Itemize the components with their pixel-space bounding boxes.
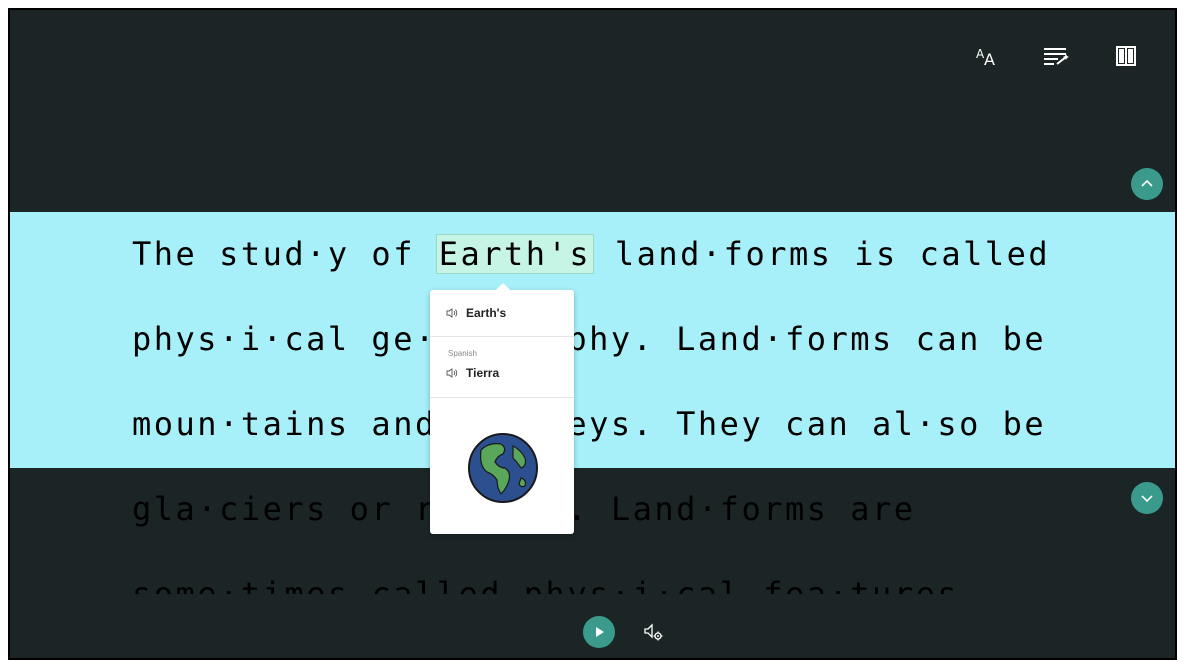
translation-word: Tierra [466,366,500,380]
translation-pronounce-button[interactable]: Tierra [446,366,499,380]
reading-text: The stud·y of Earth's land·forms is call… [132,212,1050,594]
svg-text:A: A [984,50,995,67]
speaker-icon [446,368,458,378]
divider [430,336,574,337]
text-line: gla·ciers or riv·ers. Land·forms are [132,490,916,528]
text-line: moun·tains and val·leys. They can al·so … [132,405,1047,443]
text-preferences-button[interactable]: A A [970,38,1006,74]
play-button[interactable] [583,616,615,648]
popup-arrow [496,283,510,290]
play-icon [596,627,604,637]
scroll-down-button[interactable] [1131,482,1163,514]
translation-language: Spanish [448,349,477,358]
picture-dictionary-popup: Earth's Spanish Tierra [430,283,574,534]
text-size-icon: A A [976,47,995,67]
playback-bar [10,594,1175,658]
scroll-up-button[interactable] [1131,168,1163,200]
word-pronounce-button[interactable]: Earth's [446,306,506,320]
chevron-up-icon [1141,179,1153,187]
immersive-reader: A A The stud·y of Earth's land·forms is … [8,8,1177,660]
text-line: phys·i·cal ge·og·ra·phy. Land·forms can … [132,320,1047,358]
speaker-icon [446,308,458,318]
divider [430,397,574,398]
voice-settings-icon [644,623,663,641]
chevron-down-icon [1141,495,1153,503]
line-focus-icon [1044,48,1069,65]
dictionary-word: Earth's [466,306,507,320]
reading-preferences-button[interactable] [1108,38,1144,74]
globe-icon [468,433,538,503]
text-segment: land·forms is called [593,235,1051,273]
text-line: The stud·y of Earth's land·forms is call… [132,212,1050,297]
text-line: some·times called phys·i·cal fea·tures. [132,575,981,594]
grammar-options-button[interactable] [1038,38,1074,74]
selected-word[interactable]: Earth's [435,234,595,274]
reading-area: The stud·y of Earth's land·forms is call… [10,212,1175,594]
voice-settings-button[interactable] [640,618,668,646]
book-icon [1116,46,1136,66]
text-segment: The stud·y of [132,235,437,273]
